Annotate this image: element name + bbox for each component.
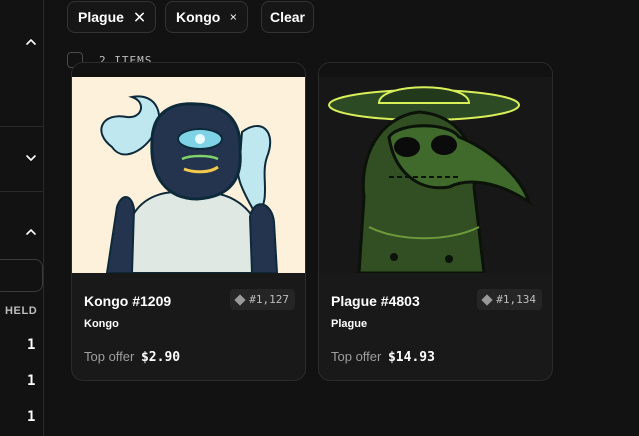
nft-card[interactable]: Kongo #1209 #1,127 Kongo Top offer $2.90	[71, 62, 306, 381]
nft-name: Plague #4803	[331, 293, 420, 309]
sidebar-divider	[0, 191, 43, 192]
nft-card[interactable]: Plague #4803 #1,134 Plague Top offer $14…	[318, 62, 553, 381]
chevron-up-icon[interactable]	[23, 34, 39, 50]
chevron-up-icon[interactable]	[23, 224, 39, 240]
filter-chip-label: Kongo	[176, 9, 221, 25]
held-value: 1	[27, 337, 36, 353]
nft-collection: Plague	[331, 318, 368, 330]
rarity-diamond-icon	[481, 293, 493, 306]
top-offer-price: $2.90	[140, 350, 181, 365]
rarity-rank-value: #1,134	[496, 293, 536, 306]
held-column-header: HELD	[5, 305, 38, 317]
card-image-overflow-mask	[319, 63, 552, 77]
card-image-overflow-mask	[72, 63, 305, 77]
nft-image	[319, 77, 552, 273]
top-offer: Top offer $14.93	[331, 349, 435, 365]
held-value: 1	[27, 373, 36, 389]
close-icon[interactable]	[230, 11, 237, 23]
sidebar-divider	[0, 126, 43, 127]
top-offer-label: Top offer	[331, 349, 382, 364]
filter-chip-plague[interactable]: Plague	[67, 1, 156, 33]
rarity-rank-value: #1,127	[249, 293, 289, 306]
rarity-rank-badge: #1,127	[230, 289, 295, 310]
chevron-down-icon[interactable]	[23, 150, 39, 166]
filter-chip-label: Plague	[78, 9, 124, 25]
clear-filters-button[interactable]: Clear	[261, 1, 314, 33]
filter-sidebar: HELD 1 1 1	[0, 0, 44, 436]
top-offer-label: Top offer	[84, 349, 135, 364]
clear-filters-label: Clear	[269, 9, 306, 25]
top-offer: Top offer $2.90	[84, 349, 180, 365]
sidebar-search-input[interactable]	[0, 259, 43, 292]
held-value: 1	[27, 409, 36, 425]
nft-name: Kongo #1209	[84, 293, 172, 309]
top-offer-price: $14.93	[387, 350, 435, 365]
rarity-rank-badge: #1,134	[477, 289, 542, 310]
close-icon[interactable]	[134, 11, 145, 23]
nft-collection: Kongo	[84, 318, 119, 330]
filter-chip-kongo[interactable]: Kongo	[165, 1, 248, 33]
rarity-diamond-icon	[234, 293, 246, 306]
nft-image	[72, 77, 305, 273]
